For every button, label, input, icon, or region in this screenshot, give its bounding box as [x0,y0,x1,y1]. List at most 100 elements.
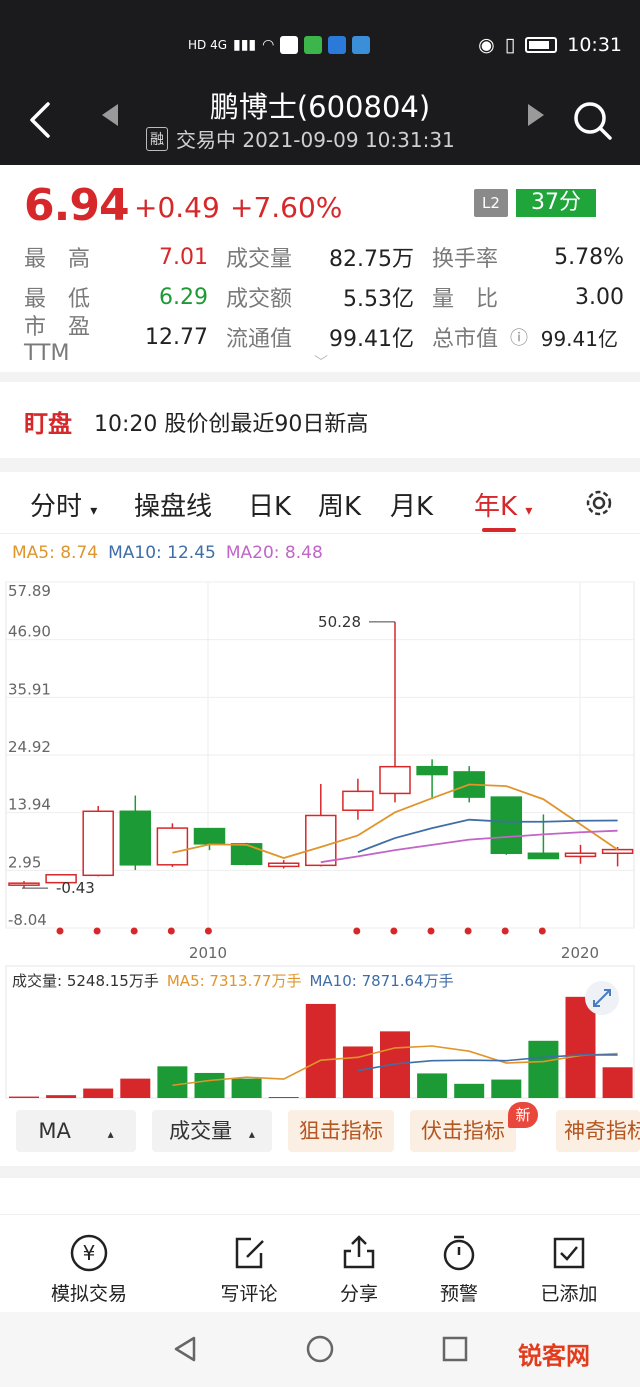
watch-message[interactable]: 10:20 股价创最近90日新高 [94,406,368,438]
network-indicator: HD 4G [188,38,228,52]
event-dot [353,927,361,935]
edit-icon [235,1237,264,1269]
added-watchlist-button[interactable]: 已添加 [514,1233,624,1306]
chart-tabs: 分时 ▾ 操盘线 日K 周K 月K 年K ▾ [0,478,640,534]
candle-body [193,827,226,845]
nav-back-icon[interactable] [170,1334,200,1364]
candle-body [564,852,597,858]
ma-selector[interactable]: MA ▴ [16,1110,136,1152]
stat-label: 换手率 [432,247,499,272]
stat-value: 7.01 [159,244,208,270]
info-icon[interactable]: ⓘ [510,324,530,350]
price-change-pct: +7.60% [230,191,343,224]
tab-yearly-k[interactable]: 年K ▾ [474,486,532,523]
stat-label: 量 比 [432,287,499,312]
l2-badge[interactable]: L2 [474,189,508,217]
candle-body [8,882,40,886]
ma20-label: MA20: 8.48 [225,543,323,563]
stat-row: 市 盈TTM 12.77 流通值 99.41亿 总市值 ⓘ 99.41亿 [24,315,624,366]
volume-bar [454,1083,485,1098]
score-badge[interactable]: 37分 [516,189,596,217]
share-button[interactable]: 分享 [304,1233,414,1306]
candle-body [156,827,189,866]
wechat-icon [280,36,299,54]
ma20-line [320,829,618,864]
volume-bar [417,1073,448,1098]
fullscreen-icon[interactable] [584,980,620,1016]
alert-button[interactable]: 预警 [404,1233,514,1306]
tab-daily-k[interactable]: 日K [248,486,291,523]
candle-body [267,862,300,868]
ma10-line [357,818,618,854]
volume-bar [305,1003,336,1098]
magic-indicator-button[interactable]: 神奇指标 [556,1110,640,1152]
volume-bar [194,1072,225,1098]
event-dot [390,927,398,935]
event-dot [464,927,472,935]
event-dot [167,927,175,935]
candle-body [601,848,634,855]
sniper-indicator-button[interactable]: 狙击指标 [288,1110,394,1152]
volume-selector[interactable]: 成交量 ▴ [152,1110,272,1152]
stat-value: 82.75万 [329,247,414,272]
candle-body [230,843,263,866]
volume-bar [46,1095,77,1098]
y-tick-label: 24.92 [8,738,51,756]
settings-gear-icon[interactable] [582,486,616,520]
tab-monthly-k[interactable]: 月K [390,486,433,523]
stat-value: 99.41亿 [329,327,414,352]
svg-text:¥: ¥ [83,1241,96,1265]
volume-ma10-label: MA10: 7871.64万手 [309,972,454,990]
stat-label: 成交量 [226,247,293,272]
clock: 10:31 [567,34,622,56]
tab-weekly-k[interactable]: 周K [318,486,361,523]
tab-intraday[interactable]: 分时 ▾ [30,486,97,523]
event-dot [538,927,546,935]
volume-legend: 成交量: 5248.15万手 MA5: 7313.77万手 MA10: 7871… [12,970,454,991]
stat-value: 12.77 [145,324,208,350]
volume-bar [602,1067,633,1098]
y-tick-label: -8.04 [8,911,47,929]
eye-icon: ◉ [478,34,495,56]
tab-trade-line[interactable]: 操盘线 [134,486,212,523]
candle-body [527,852,560,860]
stat-value: 6.29 [159,284,208,310]
wifi-icon: ◠ [262,37,275,53]
stat-row: 最 高 7.01 成交量 82.75万 换手率 5.78% [24,242,624,273]
y-tick-label: 2.95 [8,853,41,871]
volume-bar [491,1079,522,1098]
y-tick-label: 35.91 [8,680,51,698]
expand-chevron-icon[interactable]: ﹀ [314,352,328,372]
candle-body [342,790,374,811]
stat-label: 流通值 [226,327,293,352]
nav-recents-icon[interactable] [440,1334,470,1364]
ambush-indicator-button[interactable]: 伏击指标 [410,1110,516,1152]
section-gap [0,1166,640,1178]
stat-label: 成交额 [226,287,293,312]
app-icon [328,36,347,54]
price-change: +0.49 [134,191,220,224]
low-annotation: -0.43 [56,879,95,897]
nav-home-icon[interactable] [305,1334,335,1364]
stat-row: 最 低 6.29 成交额 5.53亿 量 比 3.00 [24,282,624,313]
volume-ma5-label: MA5: 7313.77万手 [166,972,302,990]
volume-bar [120,1078,151,1098]
candle-body [119,810,152,866]
write-comment-button[interactable]: 写评论 [194,1233,304,1306]
current-price: 6.94 [24,180,130,231]
bottom-action-bar: ¥ 模拟交易 写评论 分享 预警 已添加 [0,1214,640,1312]
battery-icon [525,37,558,53]
share-icon [343,1235,375,1269]
yearly-k-chart[interactable]: 57.89 46.90 35.91 24.92 13.94 2.95 -8.04 2010 20… [0,568,640,964]
event-dot [427,927,435,935]
search-icon[interactable] [568,96,616,144]
y-tick-label: 57.89 [8,582,51,600]
next-stock-icon[interactable] [520,100,550,130]
signal-icon: ▮▮▮ [233,37,257,53]
app-icon [304,36,323,54]
section-gap [0,372,640,382]
simulated-trade-button[interactable]: ¥ 模拟交易 [34,1233,144,1306]
ma5-label: MA5: 8.74 [12,543,99,563]
stat-label: 市 盈TTM [24,314,91,366]
stat-value: 99.41亿 [540,326,618,351]
